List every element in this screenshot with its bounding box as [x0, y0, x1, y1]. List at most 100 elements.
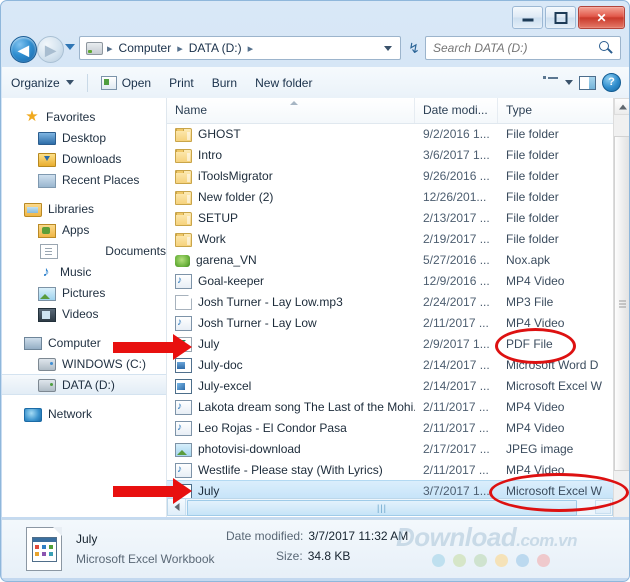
sidebar-item-recent-places[interactable]: Recent Places: [2, 169, 166, 190]
close-button[interactable]: ✕: [578, 6, 625, 29]
sidebar-label: Network: [48, 406, 93, 421]
table-row[interactable]: garena_VN 5/27/2016 ... Nox.apk: [167, 249, 629, 270]
vertical-scrollbar[interactable]: [613, 98, 629, 517]
table-row[interactable]: July-excel 2/14/2017 ... Microsoft Excel W: [167, 375, 629, 396]
sidebar-item-favorites[interactable]: ★ Favorites: [2, 106, 166, 127]
sidebar-label: Desktop: [62, 130, 107, 145]
navigation-pane[interactable]: ★ Favorites Desktop Downloads Recent Pla…: [2, 98, 167, 517]
breadcrumb-computer[interactable]: Computer: [117, 41, 174, 55]
table-row[interactable]: New folder (2) 12/26/201... File folder: [167, 186, 629, 207]
file-name-cell[interactable]: Westlife - Please stay (With Lyrics): [167, 462, 415, 478]
file-type-cell: MP4 Video: [506, 399, 565, 414]
horizontal-scrollbar[interactable]: |||: [167, 498, 613, 516]
file-name-cell[interactable]: SETUP: [167, 210, 415, 226]
file-list-pane[interactable]: Name Date modi... Type GHOST 9/2/2016 1..…: [167, 98, 629, 517]
table-row[interactable]: Leo Rojas - El Condor Pasa 2/11/2017 ... M…: [167, 417, 629, 438]
file-name-cell[interactable]: Leo Rojas - El Condor Pasa: [167, 420, 415, 436]
minimize-button[interactable]: [512, 6, 543, 29]
file-name-cell[interactable]: garena_VN: [167, 253, 415, 267]
history-dropdown-icon[interactable]: [65, 44, 75, 50]
table-row[interactable]: photovisi-download 2/17/2017 ... JPEG imag…: [167, 438, 629, 459]
scroll-up-button[interactable]: [614, 98, 629, 115]
table-row[interactable]: Lakota dream song The Last of the Mohi..…: [167, 396, 629, 417]
sidebar-item-libraries[interactable]: Libraries: [2, 198, 166, 219]
forward-button[interactable]: ▶: [37, 36, 64, 63]
table-row[interactable]: GHOST 9/2/2016 1... File folder: [167, 123, 629, 144]
breadcrumb-data-drive[interactable]: DATA (D:): [187, 41, 244, 55]
file-name-cell[interactable]: GHOST: [167, 126, 415, 142]
column-header-label: Name: [175, 103, 208, 117]
back-button[interactable]: ◀: [10, 36, 37, 63]
maximize-icon: [554, 11, 567, 24]
file-name-cell[interactable]: Intro: [167, 147, 415, 163]
sidebar-label: Music: [60, 264, 92, 279]
folder-icon: [175, 211, 192, 226]
preview-pane-icon[interactable]: [579, 75, 596, 90]
sidebar-item-apps[interactable]: Apps: [2, 219, 166, 240]
table-row[interactable]: Goal-keeper 12/9/2016 ... MP4 Video: [167, 270, 629, 291]
file-name-cell[interactable]: Josh Turner - Lay Low.mp3: [167, 294, 415, 310]
search-box[interactable]: [425, 36, 621, 60]
file-name-cell[interactable]: July-excel: [167, 378, 415, 394]
sidebar-item-pictures[interactable]: Pictures: [2, 282, 166, 303]
date-modified-cell: 5/27/2016 ...: [423, 252, 490, 267]
chevron-up-icon: [618, 104, 627, 109]
sidebar-item-desktop[interactable]: Desktop: [2, 127, 166, 148]
file-name-cell[interactable]: New folder (2): [167, 189, 415, 205]
file-name-cell[interactable]: July-doc: [167, 357, 415, 373]
address-bar[interactable]: ▸ Computer ▸ DATA (D:) ▸: [79, 36, 401, 60]
file-name-cell[interactable]: Lakota dream song The Last of the Mohi..…: [167, 399, 415, 415]
horizontal-scroll-thumb[interactable]: |||: [187, 500, 577, 516]
organize-label: Organize: [11, 75, 60, 90]
file-name-cell[interactable]: Goal-keeper: [167, 273, 415, 289]
table-row[interactable]: Work 2/19/2017 ... File folder: [167, 228, 629, 249]
burn-button[interactable]: Burn: [203, 72, 246, 94]
search-input[interactable]: [426, 40, 597, 56]
view-chevron-down-icon[interactable]: [565, 80, 573, 85]
file-name-cell[interactable]: iToolsMigrator: [167, 168, 415, 184]
address-dropdown-icon[interactable]: [384, 45, 392, 51]
table-row[interactable]: July 2/9/2017 1... PDF File: [167, 333, 629, 354]
file-name-cell[interactable]: Work: [167, 231, 415, 247]
sidebar-item-computer[interactable]: Computer: [2, 332, 166, 353]
sidebar-item-documents[interactable]: Documents: [2, 240, 166, 261]
change-view-icon[interactable]: [543, 76, 558, 89]
scroll-left-button[interactable]: [168, 499, 186, 515]
table-row[interactable]: SETUP 2/13/2017 ... File folder: [167, 207, 629, 228]
table-row[interactable]: Intro 3/6/2017 1... File folder: [167, 144, 629, 165]
sidebar-item-downloads[interactable]: Downloads: [2, 148, 166, 169]
vertical-scroll-thumb[interactable]: [614, 136, 629, 471]
help-icon[interactable]: ?: [602, 73, 621, 92]
table-row[interactable]: iToolsMigrator 9/26/2016 ... File folder: [167, 165, 629, 186]
date-modified-cell: 2/19/2017 ...: [423, 231, 490, 246]
apk-icon: [175, 254, 190, 267]
file-name-label: July-doc: [198, 357, 243, 372]
file-name-cell[interactable]: July: [167, 483, 415, 499]
print-button[interactable]: Print: [160, 72, 203, 94]
table-row[interactable]: Josh Turner - Lay Low 2/11/2017 ... MP4 Vi…: [167, 312, 629, 333]
organize-button[interactable]: Organize: [2, 72, 83, 94]
refresh-button[interactable]: ↯: [405, 39, 423, 57]
column-header-type[interactable]: Type: [498, 98, 610, 123]
sidebar-item-data-d[interactable]: DATA (D:): [2, 374, 166, 395]
column-header-name[interactable]: Name: [167, 98, 415, 123]
details-name-column: July Microsoft Excel Workbook: [76, 532, 226, 566]
file-name-cell[interactable]: photovisi-download: [167, 441, 415, 457]
open-button[interactable]: Open: [92, 72, 160, 94]
table-row[interactable]: Josh Turner - Lay Low.mp3 2/24/2017 ... MP…: [167, 291, 629, 312]
nav-group-favorites: ★ Favorites Desktop Downloads Recent Pla…: [2, 106, 166, 190]
maximize-button[interactable]: [545, 6, 576, 29]
sidebar-item-windows-c[interactable]: WINDOWS (C:): [2, 353, 166, 374]
new-folder-button[interactable]: New folder: [246, 72, 321, 94]
scroll-right-button[interactable]: [595, 500, 611, 514]
file-name-cell[interactable]: July: [167, 336, 415, 352]
sidebar-item-network[interactable]: Network: [2, 403, 166, 424]
sidebar-item-music[interactable]: ♪ Music: [2, 261, 166, 282]
file-name-cell[interactable]: Josh Turner - Lay Low: [167, 315, 415, 331]
sidebar-item-videos[interactable]: Videos: [2, 303, 166, 324]
table-row[interactable]: Westlife - Please stay (With Lyrics) 2/11…: [167, 459, 629, 480]
file-type-cell: File folder: [506, 147, 559, 162]
file-name-label: Goal-keeper: [198, 273, 265, 288]
table-row[interactable]: July-doc 2/14/2017 ... Microsoft Word D: [167, 354, 629, 375]
column-header-date-modified[interactable]: Date modi...: [415, 98, 498, 123]
